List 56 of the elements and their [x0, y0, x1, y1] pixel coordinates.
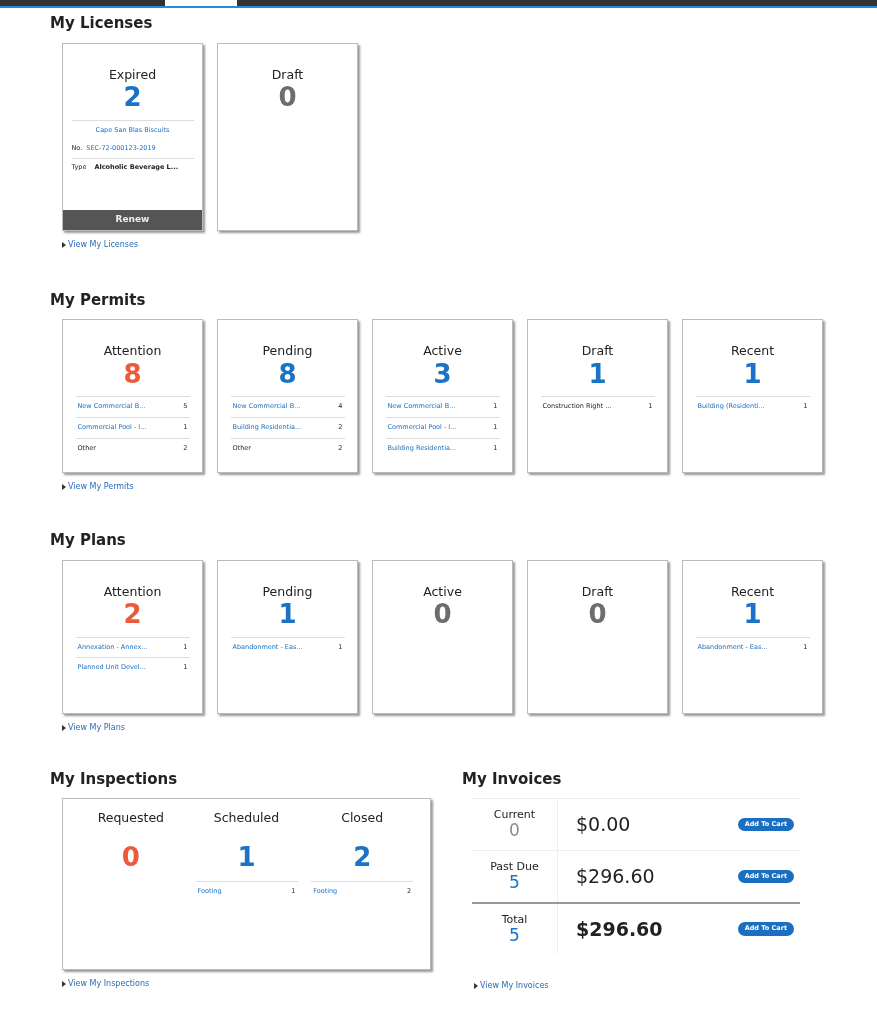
status-count[interactable]: 8 — [123, 360, 142, 389]
status-count[interactable]: 8 — [278, 360, 297, 389]
status-count[interactable]: 0 — [433, 601, 452, 629]
status-count[interactable]: 0 — [278, 84, 297, 112]
status-count[interactable]: 2 — [353, 843, 372, 872]
caret-icon — [62, 724, 66, 731]
status-label: Attention — [103, 342, 162, 360]
caret-icon — [62, 241, 66, 248]
section-title: My Inspections — [50, 768, 179, 790]
status-count[interactable]: 1 — [743, 360, 762, 389]
status-label: Scheduled — [213, 809, 280, 827]
invoice-amount: $0.00 — [576, 812, 632, 838]
view-all-link[interactable]: View My Plans — [62, 721, 877, 734]
status-count[interactable]: 0 — [588, 601, 607, 629]
status-label: Expired — [108, 65, 157, 84]
invoice-count[interactable]: 0 — [509, 821, 520, 840]
status-count[interactable]: 1 — [278, 601, 297, 629]
status-label: Draft — [581, 342, 614, 360]
invoice-label: Total — [501, 913, 528, 926]
invoice-label: Past Due — [490, 861, 539, 874]
caret-icon — [474, 983, 478, 989]
status-label: Active — [423, 342, 462, 360]
status-count[interactable]: 1 — [588, 360, 607, 389]
invoice-count[interactable]: 5 — [509, 873, 520, 892]
status-label: Requested — [97, 809, 165, 827]
caret-icon — [62, 981, 66, 987]
status-count[interactable]: 3 — [433, 360, 452, 389]
status-count[interactable]: 1 — [743, 601, 762, 629]
section-title: My Licenses — [50, 13, 154, 34]
section-title: My Permits — [50, 289, 147, 311]
status-label: Draft — [271, 65, 304, 84]
renew-button[interactable]: Renew — [63, 210, 202, 230]
section-title: My Invoices — [462, 768, 563, 790]
status-count[interactable]: 2 — [123, 84, 142, 112]
view-all-link[interactable]: View My Invoices — [474, 980, 800, 992]
invoice-label: Current — [493, 809, 536, 822]
status-label: Active — [423, 582, 462, 601]
status-label: Attention — [103, 582, 162, 601]
invoice-amount: $296.60 — [576, 864, 656, 890]
invoice-amount: $296.60 — [576, 916, 664, 942]
status-count[interactable]: 0 — [121, 843, 140, 872]
status-label: Closed — [341, 809, 384, 827]
status-label: Recent — [730, 342, 775, 360]
view-all-link[interactable]: View My Inspections — [62, 978, 462, 990]
view-all-link[interactable]: View My Permits — [62, 481, 877, 493]
status-label: Recent — [730, 582, 775, 601]
section-title: My Plans — [50, 530, 127, 551]
view-all-link[interactable]: View My Licenses — [62, 238, 877, 251]
status-count[interactable]: 2 — [123, 601, 142, 629]
status-label: Draft — [581, 582, 614, 601]
status-count[interactable]: 1 — [237, 843, 256, 872]
caret-icon — [62, 484, 66, 490]
top-tab[interactable] — [165, 0, 237, 6]
status-label: Pending — [262, 582, 313, 601]
status-label: Pending — [262, 342, 313, 360]
invoice-count[interactable]: 5 — [509, 925, 520, 945]
